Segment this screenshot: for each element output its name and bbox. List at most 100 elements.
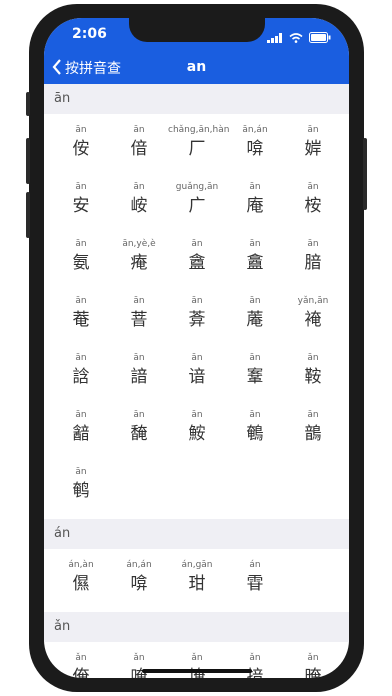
volume-up-button [26,138,30,184]
pinyin-label: chǎng,ān,hàn [168,125,230,135]
hanzi-character: 葊 [188,310,206,330]
notch [129,18,265,42]
hanzi-character: 蓭 [246,310,264,330]
hanzi-character: 萻 [130,310,148,330]
hanzi-character: 雸 [246,574,264,594]
character-cell[interactable]: guǎng,ān 广 [168,177,226,234]
character-cell[interactable]: ān 葊 [168,291,226,348]
hanzi-character: 儑 [72,574,90,594]
character-cell[interactable]: yǎn,ān 裺 [284,291,342,348]
character-cell[interactable]: án,gān 玵 [168,555,226,612]
hanzi-character: 鵪 [246,424,264,444]
hanzi-character: 啽 [246,139,264,159]
pinyin-label: án,gān [181,560,213,570]
character-cell[interactable]: ān 韽 [52,405,110,462]
character-cell[interactable]: ān 鵪 [226,405,284,462]
character-list[interactable]: ān ān 侒 ān 偣 chǎng,ān,hàn 厂 ān,án 啽 ān 婩 ān 安 ān 峖 guǎn… [44,84,349,678]
mute-switch [26,92,30,116]
pinyin-label: ān [133,296,145,306]
character-cell[interactable]: ān 鞍 [284,348,342,405]
hanzi-character: 广 [188,196,206,216]
pinyin-label: ān [191,239,203,249]
pinyin-label: guǎng,ān [175,182,219,192]
hanzi-character: 鞌 [246,367,264,387]
page-title: an [186,59,207,75]
character-cell[interactable]: ān 諳 [110,348,168,405]
pinyin-label: ān [75,353,87,363]
nav-header: 2:06 按拼音查 an [44,18,349,84]
character-cell[interactable]: ān 蓭 [226,291,284,348]
pinyin-label: ān [307,353,319,363]
character-cell[interactable]: ān 盫 [226,234,284,291]
character-cell[interactable]: án,àn 儑 [52,555,110,612]
hanzi-character: 玵 [188,574,206,594]
hanzi-character: 鹌 [72,481,90,501]
hanzi-character: 氨 [72,253,90,273]
character-cell[interactable]: án 雸 [226,555,284,612]
hanzi-character: 菴 [72,310,90,330]
character-cell[interactable]: án,án 啽 [110,555,168,612]
pinyin-label: ān [133,182,145,192]
pinyin-label: ān [249,353,261,363]
hanzi-character: 諳 [130,367,148,387]
home-indicator [142,669,252,673]
character-cell[interactable]: ān 谙 [168,348,226,405]
pinyin-label: ān,yè,è [122,239,156,249]
section-header: ǎn [44,612,349,642]
character-cell[interactable]: ān 偣 [110,120,168,177]
character-cell[interactable]: ān 庵 [226,177,284,234]
character-cell[interactable]: ǎn埯 [168,648,226,678]
pinyin-label: ān [307,125,319,135]
pinyin-label: ān [75,182,87,192]
character-cell[interactable]: ǎn 揞 [226,648,284,678]
character-cell[interactable]: ān 鞌 [226,348,284,405]
pinyin-label: ǎn [307,653,319,663]
character-cell[interactable]: ān 侒 [52,120,110,177]
character-cell[interactable]: ān 鹌 [52,462,110,519]
hanzi-character: 俺 [72,667,90,678]
pinyin-label: án,án [126,560,152,570]
hanzi-character: 盫 [246,253,264,273]
character-cell[interactable]: ān 氨 [52,234,110,291]
character-cell[interactable]: ān,yè,è 痷 [110,234,168,291]
pinyin-label: ān,án [242,125,268,135]
pinyin-label: ān [249,182,261,192]
character-cell[interactable]: ān 萻 [110,291,168,348]
signal-icon [267,28,283,47]
pinyin-label: ān [75,410,87,420]
hanzi-character: 裺 [304,310,322,330]
hanzi-character: 厂 [188,139,206,159]
character-cell[interactable]: ān 菴 [52,291,110,348]
character-cell[interactable]: ān 婩 [284,120,342,177]
character-cell[interactable]: ǎn 晻 [284,648,342,678]
hanzi-character: 晻 [304,667,322,678]
character-cell[interactable]: ān 鮟 [168,405,226,462]
pinyin-label: ǎn [249,653,261,663]
hanzi-character: 誝 [72,367,90,387]
character-cell[interactable]: ǎn 俺 [52,648,110,678]
battery-icon [309,28,331,47]
character-cell[interactable]: ǎn 唵 [110,648,168,678]
character-cell[interactable]: ān 峖 [110,177,168,234]
hanzi-character: 鮟 [188,424,206,444]
character-cell[interactable]: ān 盦 [168,234,226,291]
character-cell[interactable]: ān 誝 [52,348,110,405]
character-grid: ān 侒 ān 偣 chǎng,ān,hàn 厂 ān,án 啽 ān 婩 ān 安 ān 峖 guǎng,… [44,114,349,519]
hanzi-character: 安 [72,196,90,216]
character-cell[interactable]: chǎng,ān,hàn 厂 [168,120,230,177]
character-cell[interactable]: ān,án 啽 [226,120,284,177]
power-button [363,138,367,210]
character-cell[interactable]: ān 馣 [110,405,168,462]
hanzi-character: 痷 [130,253,148,273]
hanzi-character: 谙 [188,367,206,387]
hanzi-character: 桉 [304,196,322,216]
pinyin-label: ǎn [191,653,203,663]
hanzi-character: 侒 [72,139,90,159]
character-cell[interactable]: ān 鶕 [284,405,342,462]
character-cell[interactable]: ān 腤 [284,234,342,291]
pinyin-label: ān [191,353,203,363]
pinyin-label: án [249,560,261,570]
character-cell[interactable]: ān 桉 [284,177,342,234]
character-cell[interactable]: ān 安 [52,177,110,234]
hanzi-character: 盦 [188,253,206,273]
